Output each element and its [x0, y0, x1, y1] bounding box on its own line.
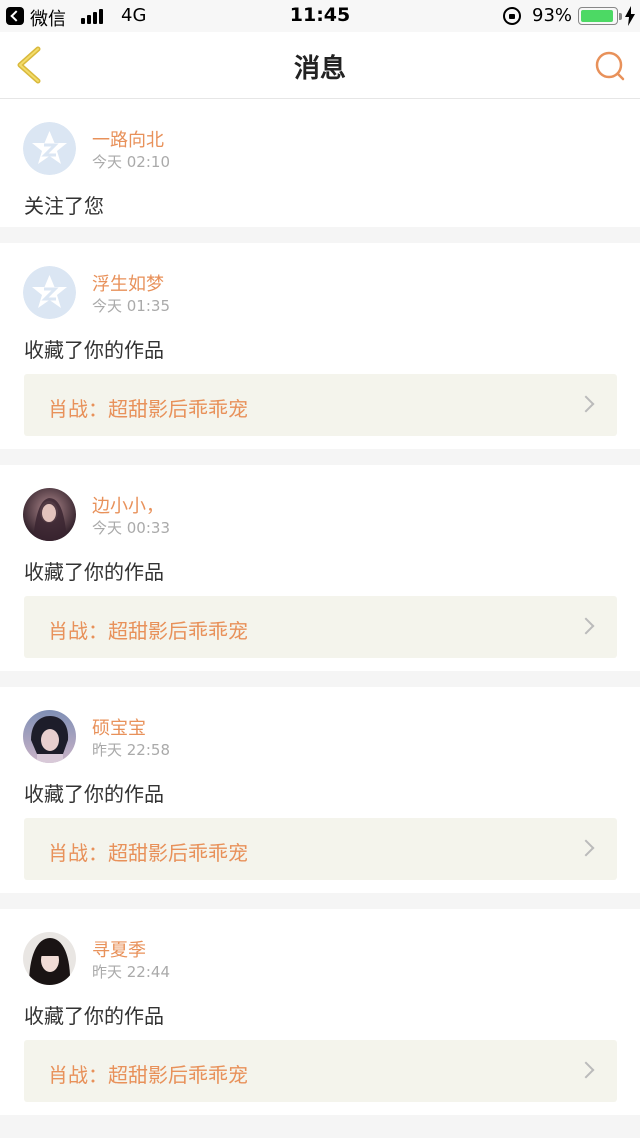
user-name[interactable]: 寻夏季	[92, 936, 146, 962]
message-list: 一路向北 今天 02:10 关注了您 浮生如梦 今天 01:35 收藏了你的作品…	[0, 99, 640, 1131]
work-title: 肖战：超甜影后乖乖宠	[48, 841, 248, 865]
user-name[interactable]: 浮生如梦	[92, 270, 164, 296]
nav-bar: 消息	[0, 32, 640, 99]
avatar[interactable]	[23, 488, 76, 541]
work-title: 肖战：超甜影后乖乖宠	[48, 1063, 248, 1087]
user-name[interactable]: 边小小，	[92, 492, 164, 518]
status-bar: 微信 4G 11:45 93%	[0, 0, 640, 32]
message-action: 收藏了你的作品	[24, 1004, 164, 1028]
avatar[interactable]	[23, 710, 76, 763]
message-card[interactable]: 寻夏季 昨天 22:44 收藏了你的作品 肖战：超甜影后乖乖宠	[0, 909, 640, 1115]
avatar[interactable]	[23, 266, 76, 319]
default-avatar-icon	[23, 122, 76, 175]
message-card[interactable]: 一路向北 今天 02:10 关注了您	[0, 99, 640, 227]
work-link[interactable]: 肖战：超甜影后乖乖宠	[24, 374, 617, 436]
message-time: 今天 02:10	[92, 153, 170, 171]
avatar[interactable]	[23, 932, 76, 985]
message-action: 收藏了你的作品	[24, 338, 164, 362]
user-photo-icon	[23, 932, 76, 985]
message-card[interactable]: 浮生如梦 今天 01:35 收藏了你的作品 肖战：超甜影后乖乖宠	[0, 243, 640, 449]
user-photo-icon	[23, 710, 76, 763]
message-time: 昨天 22:58	[92, 741, 170, 759]
message-time: 今天 01:35	[92, 297, 170, 315]
chevron-right-icon	[577, 395, 595, 413]
work-link[interactable]: 肖战：超甜影后乖乖宠	[24, 596, 617, 658]
message-action: 收藏了你的作品	[24, 560, 164, 584]
page-title: 消息	[293, 54, 346, 84]
charging-icon	[625, 6, 635, 26]
chevron-right-icon	[577, 839, 595, 857]
message-time: 昨天 22:44	[92, 963, 170, 981]
user-photo-icon	[23, 488, 76, 541]
message-card[interactable]: 硕宝宝 昨天 22:58 收藏了你的作品 肖战：超甜影后乖乖宠	[0, 687, 640, 893]
message-time: 今天 00:33	[92, 519, 170, 537]
message-action: 收藏了你的作品	[24, 782, 164, 806]
message-card[interactable]: 边小小， 今天 00:33 收藏了你的作品 肖战：超甜影后乖乖宠	[0, 465, 640, 671]
work-title: 肖战：超甜影后乖乖宠	[48, 619, 248, 643]
search-icon[interactable]	[594, 50, 626, 82]
battery-cap	[619, 13, 622, 20]
chevron-right-icon	[577, 617, 595, 635]
user-name[interactable]: 一路向北	[92, 126, 164, 152]
message-action: 关注了您	[24, 194, 104, 218]
work-link[interactable]: 肖战：超甜影后乖乖宠	[24, 1040, 617, 1102]
user-name[interactable]: 硕宝宝	[92, 714, 146, 740]
work-link[interactable]: 肖战：超甜影后乖乖宠	[24, 818, 617, 880]
battery-percent: 93%	[532, 5, 573, 26]
chevron-right-icon	[577, 1061, 595, 1079]
avatar[interactable]	[23, 122, 76, 175]
work-title: 肖战：超甜影后乖乖宠	[48, 397, 248, 421]
orientation-lock-icon	[503, 7, 521, 25]
battery-icon	[578, 7, 618, 25]
default-avatar-icon	[23, 266, 76, 319]
